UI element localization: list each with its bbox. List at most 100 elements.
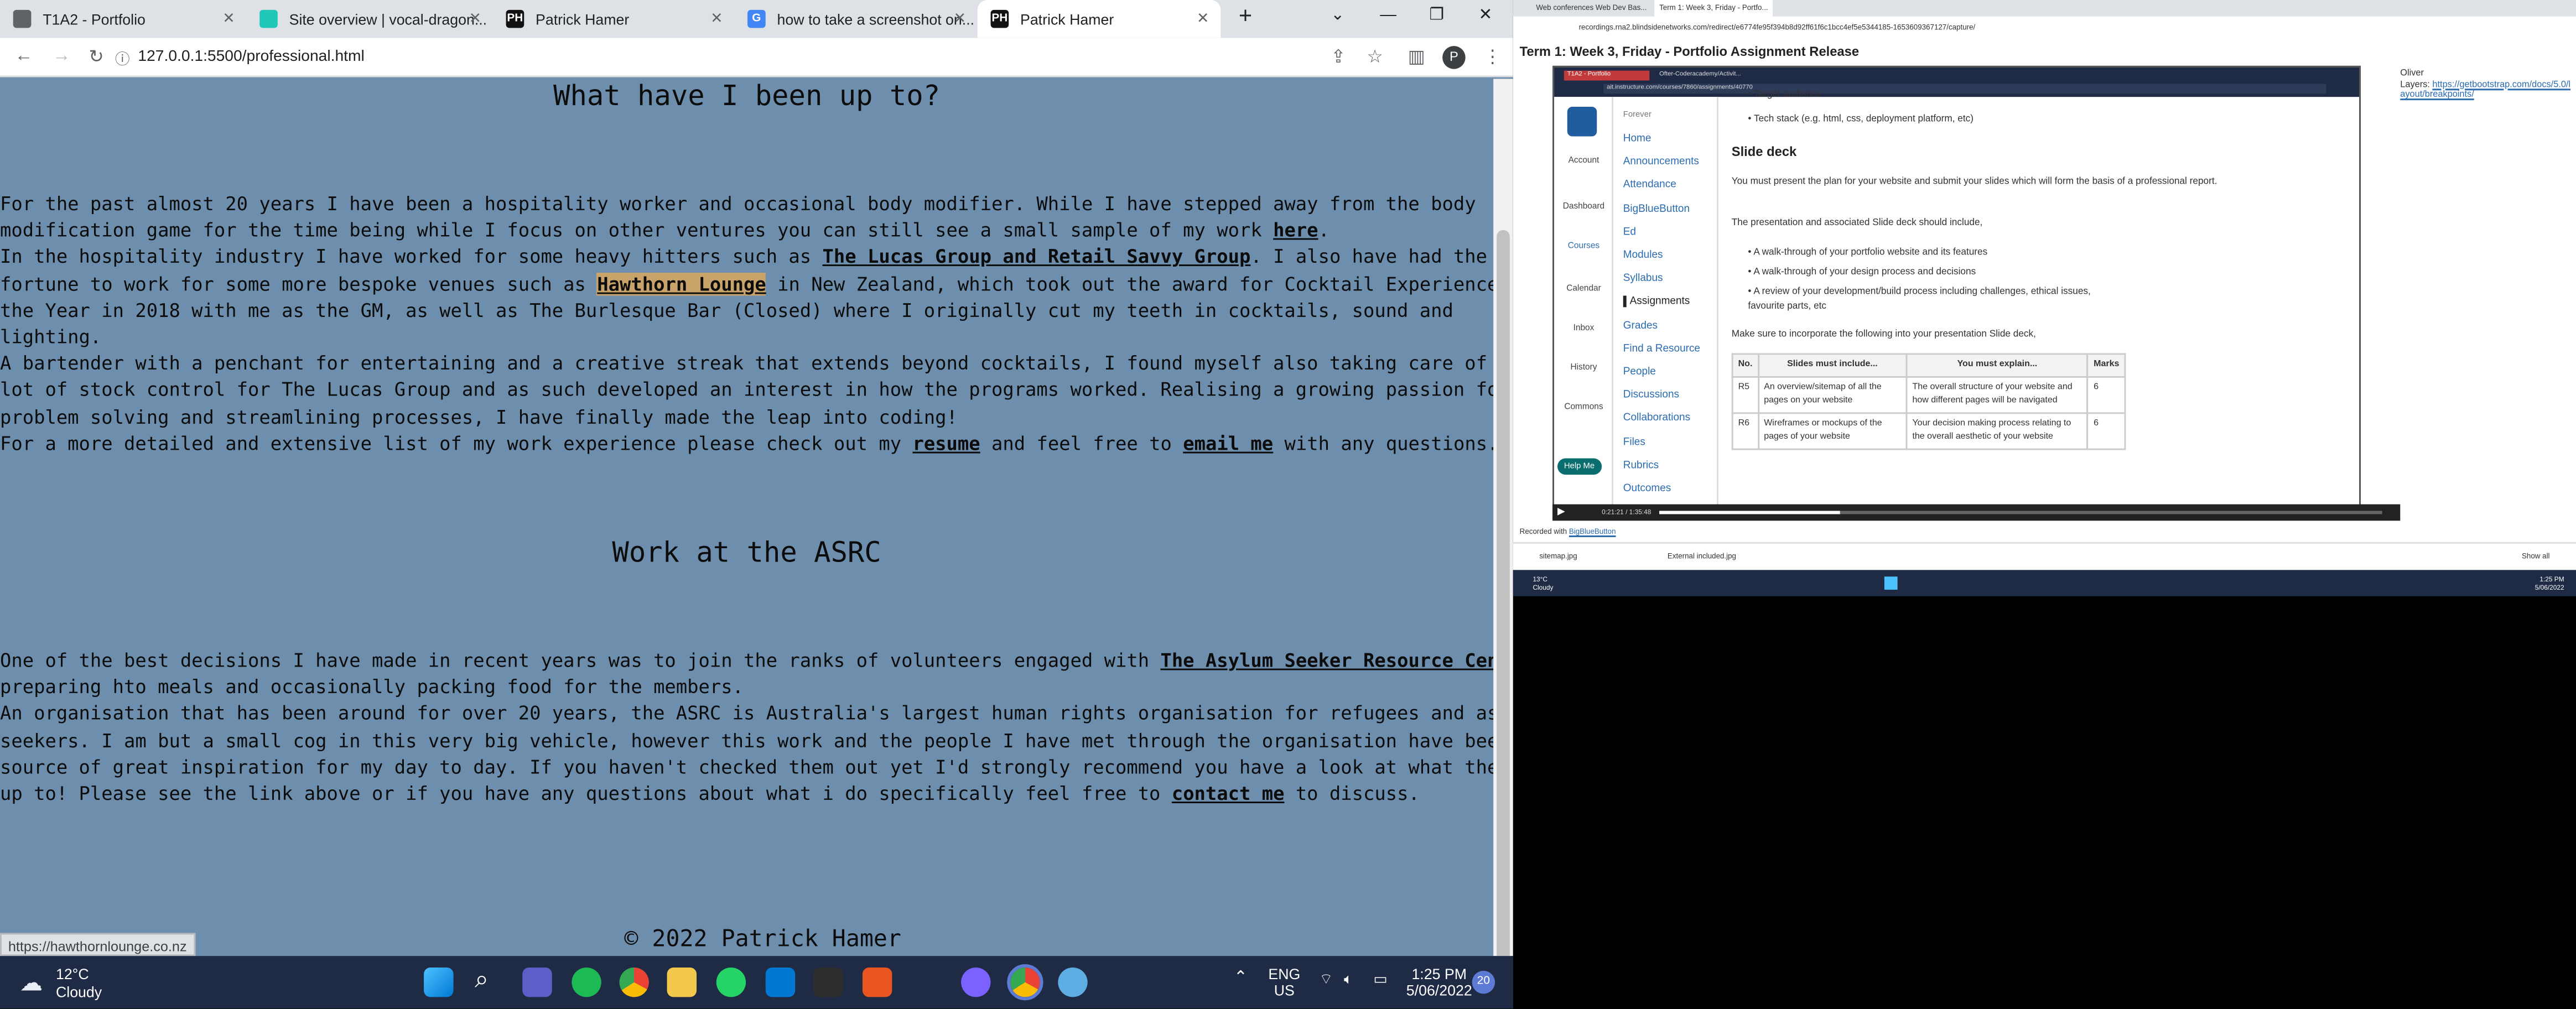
- tab-close-icon[interactable]: ✕: [469, 10, 481, 28]
- back-icon[interactable]: ←: [15, 46, 33, 66]
- course-nav-assignments[interactable]: Assignments: [1623, 296, 1690, 308]
- volume-icon[interactable]: 🔈︎: [1344, 971, 1353, 989]
- course-nav-home[interactable]: Home: [1623, 133, 1651, 145]
- download-item-1[interactable]: sitemap.jpg: [1539, 552, 1577, 560]
- nav-dashboard[interactable]: Dashboard: [1561, 202, 1607, 212]
- tab-close-icon[interactable]: ✕: [222, 10, 235, 28]
- bbb-link[interactable]: BigBlueButton: [1569, 527, 1616, 535]
- page-scrollbar[interactable]: [1493, 79, 1513, 986]
- resume-link[interactable]: resume: [912, 431, 980, 455]
- search-icon[interactable]: ⌕: [475, 966, 489, 994]
- help-me-button[interactable]: Help Me: [1557, 458, 1602, 475]
- tab-4[interactable]: Ghow to take a screenshot on... ✕: [734, 0, 977, 38]
- lucas-group-link[interactable]: The Lucas Group and Retail Savvy Group: [823, 246, 1251, 269]
- course-nav-attendance[interactable]: Attendance: [1623, 180, 1676, 191]
- reload-icon[interactable]: ↻: [89, 46, 103, 67]
- right-tab-1[interactable]: Web conferences Web Dev Bas...: [1536, 3, 1647, 12]
- show-all-button[interactable]: Show all: [2522, 552, 2550, 560]
- scrollbar-thumb[interactable]: [1497, 230, 1510, 986]
- course-nav-people[interactable]: People: [1623, 366, 1656, 378]
- course-nav-files[interactable]: Files: [1623, 436, 1645, 448]
- course-nav-bigbluebutton[interactable]: BigBlueButton: [1623, 203, 1690, 215]
- left-browser-window: T1A2 - Portfolio ✕ Site overview | vocal-d…: [0, 0, 1513, 1009]
- tab-2[interactable]: Site overview | vocal-dragon... ✕: [246, 0, 492, 38]
- notification-badge[interactable]: 20: [1472, 970, 1495, 994]
- video-progress-track[interactable]: [1659, 511, 2382, 514]
- tab-3[interactable]: PH Patrick Hamer ✕: [493, 0, 735, 38]
- course-nav-ed[interactable]: Ed: [1623, 226, 1636, 238]
- course-nav-grades[interactable]: Grades: [1623, 320, 1658, 331]
- tab-close-icon[interactable]: ✕: [954, 10, 966, 28]
- ubuntu-icon[interactable]: [862, 967, 892, 997]
- nav-account[interactable]: Account: [1561, 156, 1607, 166]
- nav-calendar[interactable]: Calendar: [1561, 284, 1607, 294]
- clock[interactable]: 1:25 PM 5/06/2022: [1406, 966, 1472, 998]
- course-nav-outcomes[interactable]: Outcomes: [1623, 483, 1671, 495]
- here-link[interactable]: here: [1273, 219, 1318, 242]
- battery-icon[interactable]: ▭: [1373, 971, 1387, 989]
- weather-desc[interactable]: Cloudy: [56, 984, 102, 1001]
- terminal-icon[interactable]: [813, 967, 843, 997]
- tray-chevron-up-icon[interactable]: ⌃: [1234, 969, 1248, 987]
- share-icon[interactable]: ⇪: [1331, 46, 1346, 67]
- course-nav-modules[interactable]: Modules: [1623, 249, 1663, 261]
- nav-inbox[interactable]: Inbox: [1561, 324, 1607, 334]
- canvas-logo-icon[interactable]: [1567, 107, 1597, 137]
- right-weather[interactable]: 13°C Cloudy: [1533, 575, 1553, 591]
- course-nav-collaborations[interactable]: Collaborations: [1623, 413, 1690, 424]
- text: For a more detailed and extensive list o…: [0, 431, 913, 455]
- inner-tab-1[interactable]: T1A2 - Portfolio: [1564, 70, 1650, 81]
- forward-icon[interactable]: →: [53, 46, 71, 66]
- weather-cloud-icon[interactable]: ☁: [20, 969, 43, 997]
- email-me-link[interactable]: email me: [1183, 431, 1273, 455]
- inner-address-bar[interactable]: ait.instructure.com/courses/7860/assignm…: [1603, 84, 2326, 94]
- nav-commons[interactable]: Commons: [1561, 403, 1607, 413]
- messenger-icon[interactable]: [961, 967, 991, 997]
- tab-1[interactable]: T1A2 - Portfolio ✕: [0, 0, 246, 38]
- contact-me-link[interactable]: contact me: [1172, 782, 1285, 805]
- vscode-icon[interactable]: [765, 967, 796, 997]
- right-address-bar[interactable]: recordings.rna2.blindsidenetworks.com/re…: [1579, 23, 1976, 32]
- minimize-icon[interactable]: —: [1380, 7, 1396, 25]
- wifi-icon[interactable]: ⌔: [1319, 971, 1333, 989]
- nav-history[interactable]: History: [1561, 363, 1607, 373]
- chrome-active-icon[interactable]: [1007, 964, 1043, 1001]
- right-tab-2[interactable]: Term 1: Week 3, Friday - Portfo...: [1654, 0, 1773, 17]
- profile-avatar[interactable]: P: [1442, 46, 1466, 69]
- teams-icon[interactable]: [522, 967, 552, 997]
- menu-kebab-icon[interactable]: ⋮: [1483, 46, 1502, 67]
- file-explorer-icon[interactable]: [667, 967, 697, 997]
- restore-icon[interactable]: ❐: [1429, 7, 1444, 25]
- play-icon[interactable]: ▶: [1557, 506, 1565, 518]
- globe-icon: [13, 9, 32, 28]
- hawthorn-lounge-link[interactable]: Hawthorn Lounge: [597, 272, 766, 295]
- tab-5[interactable]: PH Patrick Hamer ✕: [977, 0, 1221, 38]
- info-icon[interactable]: ⓘ: [115, 48, 130, 69]
- asrc-link[interactable]: The Asylum Seeker Resource Center: [1160, 649, 1493, 672]
- app-globe-icon[interactable]: [1058, 967, 1088, 997]
- course-nav-announcements[interactable]: Announcements: [1623, 157, 1699, 168]
- tab-close-icon[interactable]: ✕: [710, 10, 723, 28]
- inner-tab-2[interactable]: Ofter-Coderacademy/Activit...: [1659, 71, 1741, 77]
- spotify-icon[interactable]: [572, 967, 601, 997]
- tab-close-icon[interactable]: ✕: [1197, 10, 1209, 28]
- side-panel-icon[interactable]: ▥: [1408, 46, 1425, 67]
- address-bar[interactable]: 127.0.0.1:5500/professional.html: [138, 48, 364, 66]
- lang-indicator[interactable]: ENG US: [1268, 966, 1300, 998]
- course-nav-find-a-resource[interactable]: Find a Resource: [1623, 343, 1700, 355]
- chrome-icon[interactable]: [619, 967, 649, 997]
- new-tab-button[interactable]: +: [1239, 2, 1252, 28]
- bookmark-star-icon[interactable]: ☆: [1367, 46, 1383, 67]
- whatsapp-icon[interactable]: [716, 967, 746, 997]
- weather-temp[interactable]: 12°C: [56, 966, 89, 982]
- course-nav-rubrics[interactable]: Rubrics: [1623, 460, 1659, 471]
- start-windows-icon[interactable]: [424, 967, 454, 997]
- download-item-2[interactable]: External included.jpg: [1668, 552, 1736, 560]
- tab-search-chevron-icon[interactable]: ⌄: [1331, 7, 1344, 25]
- right-start-icon[interactable]: [1884, 576, 1898, 590]
- nav-courses[interactable]: Courses: [1561, 242, 1607, 252]
- course-nav-discussions[interactable]: Discussions: [1623, 389, 1679, 401]
- close-window-icon[interactable]: ✕: [1478, 7, 1492, 25]
- course-nav-syllabus[interactable]: Syllabus: [1623, 273, 1663, 284]
- right-clock[interactable]: 1:25 PM 5/06/2022: [2535, 575, 2564, 591]
